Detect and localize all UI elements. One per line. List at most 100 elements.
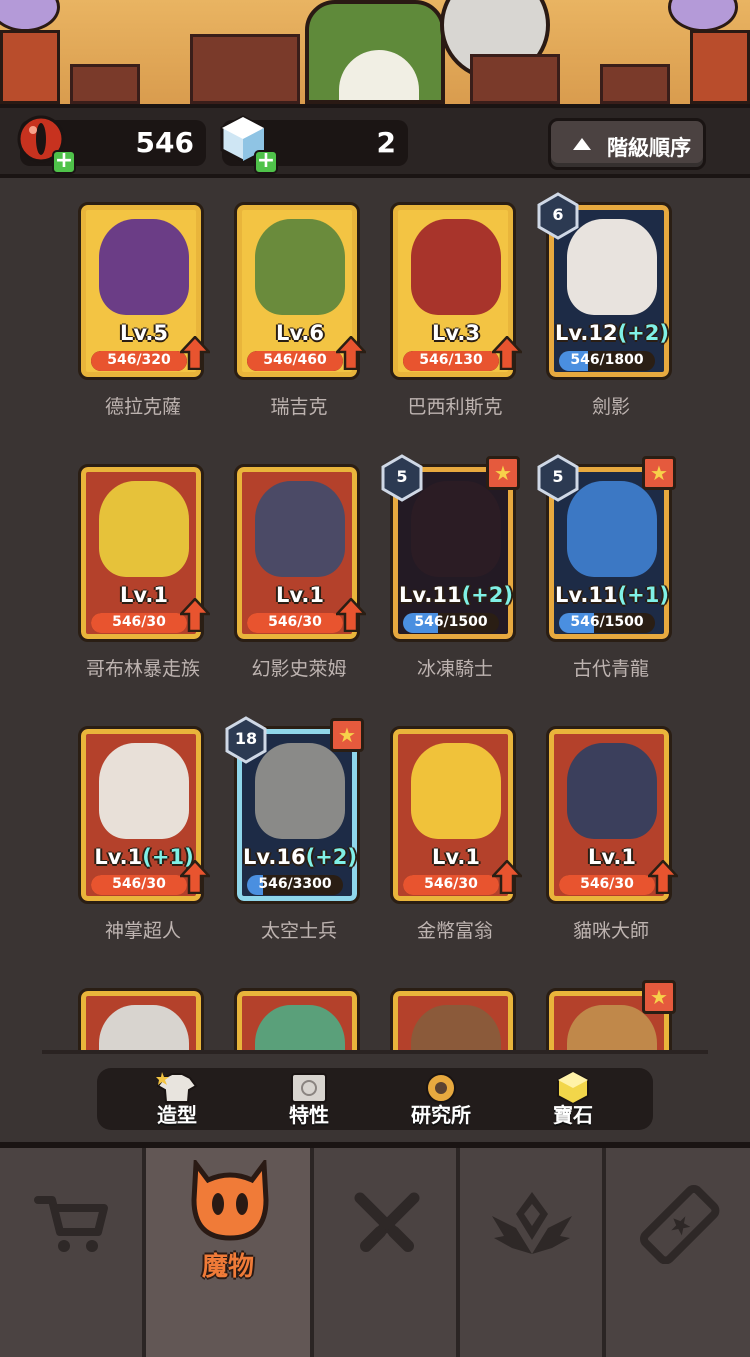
crate xyxy=(600,64,670,104)
subtab-traits-label: 特性 xyxy=(289,1103,329,1127)
pedestal-right xyxy=(690,30,750,104)
shard-progress-text: 546/1500 xyxy=(570,614,644,630)
divider xyxy=(42,1050,708,1054)
level-text: Lv.1 xyxy=(120,583,168,607)
nav-rank[interactable] xyxy=(460,1148,606,1357)
monster-portrait xyxy=(255,743,345,839)
shard-progress-text: 546/1800 xyxy=(570,352,644,368)
nav-shop[interactable] xyxy=(0,1148,146,1357)
level-text: Lv.6 xyxy=(276,321,324,345)
level-text: Lv.1 xyxy=(276,583,324,607)
upgrade-arrow-icon[interactable] xyxy=(180,598,210,632)
shard-progress-bar: 546/460 xyxy=(247,351,343,371)
shard-progress-bar: 546/3300 xyxy=(247,875,343,895)
favorite-star-badge: ★ xyxy=(486,456,520,490)
monster-card[interactable] xyxy=(390,988,516,1050)
gem-currency[interactable]: + 2 xyxy=(220,115,408,174)
upgrade-arrow-icon[interactable] xyxy=(336,336,366,370)
monster-portrait xyxy=(567,219,657,315)
shard-progress-text: 546/30 xyxy=(112,614,166,630)
monster-name: 幻影史萊姆 xyxy=(251,658,347,680)
monster-grid: Lv.5 546/320 德拉克薩 Lv.6 546/460 瑞吉克 Lv.3 546/130… xyxy=(0,182,750,1050)
star-rank-badge: 5 xyxy=(380,454,424,502)
shard-progress-bar: 546/30 xyxy=(91,613,187,633)
shard-progress-text: 546/3300 xyxy=(258,876,332,892)
level-text: Lv.1 xyxy=(588,845,636,869)
upgrade-arrow-icon[interactable] xyxy=(180,336,210,370)
crystal-orb-right xyxy=(668,0,738,32)
sort-by-rank-button[interactable]: 階級順序 xyxy=(548,118,706,170)
shard-progress-text: 546/30 xyxy=(268,614,322,630)
monster-name: 古代青龍 xyxy=(572,658,649,680)
star-rank-number: 18 xyxy=(234,729,258,748)
subtab-traits[interactable]: 特性 xyxy=(254,1068,364,1130)
subtab-gems-label: 寶石 xyxy=(553,1103,593,1127)
hero-banner xyxy=(0,0,750,104)
monster-name: 哥布林暴走族 xyxy=(85,658,200,680)
crossed-swords-icon xyxy=(354,1192,420,1252)
shard-progress-text: 546/30 xyxy=(112,876,166,892)
eye-count: 546 xyxy=(135,126,194,159)
level-text: Lv.1 xyxy=(432,845,480,869)
shard-progress-bar: 546/1800 xyxy=(559,351,655,371)
shard-progress-text: 546/460 xyxy=(263,352,327,368)
upgrade-arrow-icon[interactable] xyxy=(492,336,522,370)
shard-progress-text: 546/30 xyxy=(580,876,634,892)
add-gem-button[interactable]: + xyxy=(254,150,278,174)
shard-progress-bar: 546/30 xyxy=(403,875,499,895)
star-icon: ★ xyxy=(650,985,668,1009)
shard-progress-bar: 546/130 xyxy=(403,351,499,371)
subtab-skin[interactable]: 造型 xyxy=(122,1068,232,1130)
monster-portrait xyxy=(99,743,189,839)
sort-button-label: 階級順序 xyxy=(607,136,691,160)
nav-battle[interactable] xyxy=(314,1148,460,1357)
level-text: Lv.11 xyxy=(399,583,462,607)
monster-level: Lv.16(+2) xyxy=(237,845,357,869)
crate xyxy=(470,54,560,104)
crate xyxy=(190,34,300,104)
subtab-lab[interactable]: 研究所 xyxy=(386,1068,496,1130)
level-text: Lv.1 xyxy=(94,845,143,869)
monster-name: 劍影 xyxy=(591,396,630,418)
level-text: Lv.12 xyxy=(555,321,618,345)
upgrade-arrow-icon[interactable] xyxy=(492,860,522,894)
star-rank-number: 5 xyxy=(396,467,408,486)
level-bonus: (+2) xyxy=(305,845,357,869)
upgrade-arrow-icon[interactable] xyxy=(336,598,366,632)
monster-card[interactable] xyxy=(78,988,204,1050)
monster-portrait xyxy=(567,743,657,839)
shard-progress-bar: 546/1500 xyxy=(559,613,655,633)
monster-card[interactable] xyxy=(234,988,360,1050)
level-bonus: (+1) xyxy=(617,583,669,607)
add-eye-button[interactable]: + xyxy=(52,150,76,174)
eye-currency[interactable]: + 546 xyxy=(17,115,206,174)
level-text: Lv.3 xyxy=(432,321,480,345)
sort-up-triangle-icon xyxy=(573,138,591,150)
shard-progress-text: 546/130 xyxy=(419,352,483,368)
monster-portrait xyxy=(99,219,189,315)
level-text: Lv.5 xyxy=(120,321,168,345)
level-bonus: (+2) xyxy=(461,583,513,607)
nav-monsters-label: 魔物 xyxy=(201,1252,254,1282)
sub-tab-bar: 造型 特性 研究所 寶石 xyxy=(97,1068,653,1130)
level-bonus: (+2) xyxy=(617,321,669,345)
shard-progress-bar: 546/30 xyxy=(91,875,187,895)
nav-monsters[interactable]: 魔物 xyxy=(146,1148,314,1357)
monster-name: 冰凍騎士 xyxy=(416,658,493,680)
monster-portrait xyxy=(255,481,345,577)
monster-level: Lv.11(+2) xyxy=(393,583,513,607)
monster-name: 德拉克薩 xyxy=(104,396,181,418)
monster-portrait xyxy=(255,219,345,315)
gem-count: 2 xyxy=(376,126,396,159)
shard-progress-bar: 546/30 xyxy=(247,613,343,633)
favorite-star-badge: ★ xyxy=(642,456,676,490)
monster-portrait xyxy=(99,481,189,577)
star-rank-badge: 5 xyxy=(536,454,580,502)
subtab-gems[interactable]: 寶石 xyxy=(518,1068,628,1130)
upgrade-arrow-icon[interactable] xyxy=(180,860,210,894)
monster-portrait xyxy=(567,481,657,577)
upgrade-arrow-icon[interactable] xyxy=(648,860,678,894)
nav-ticket[interactable] xyxy=(606,1148,750,1357)
monster-name: 金幣富翁 xyxy=(416,920,493,942)
shard-progress-text: 546/320 xyxy=(107,352,171,368)
